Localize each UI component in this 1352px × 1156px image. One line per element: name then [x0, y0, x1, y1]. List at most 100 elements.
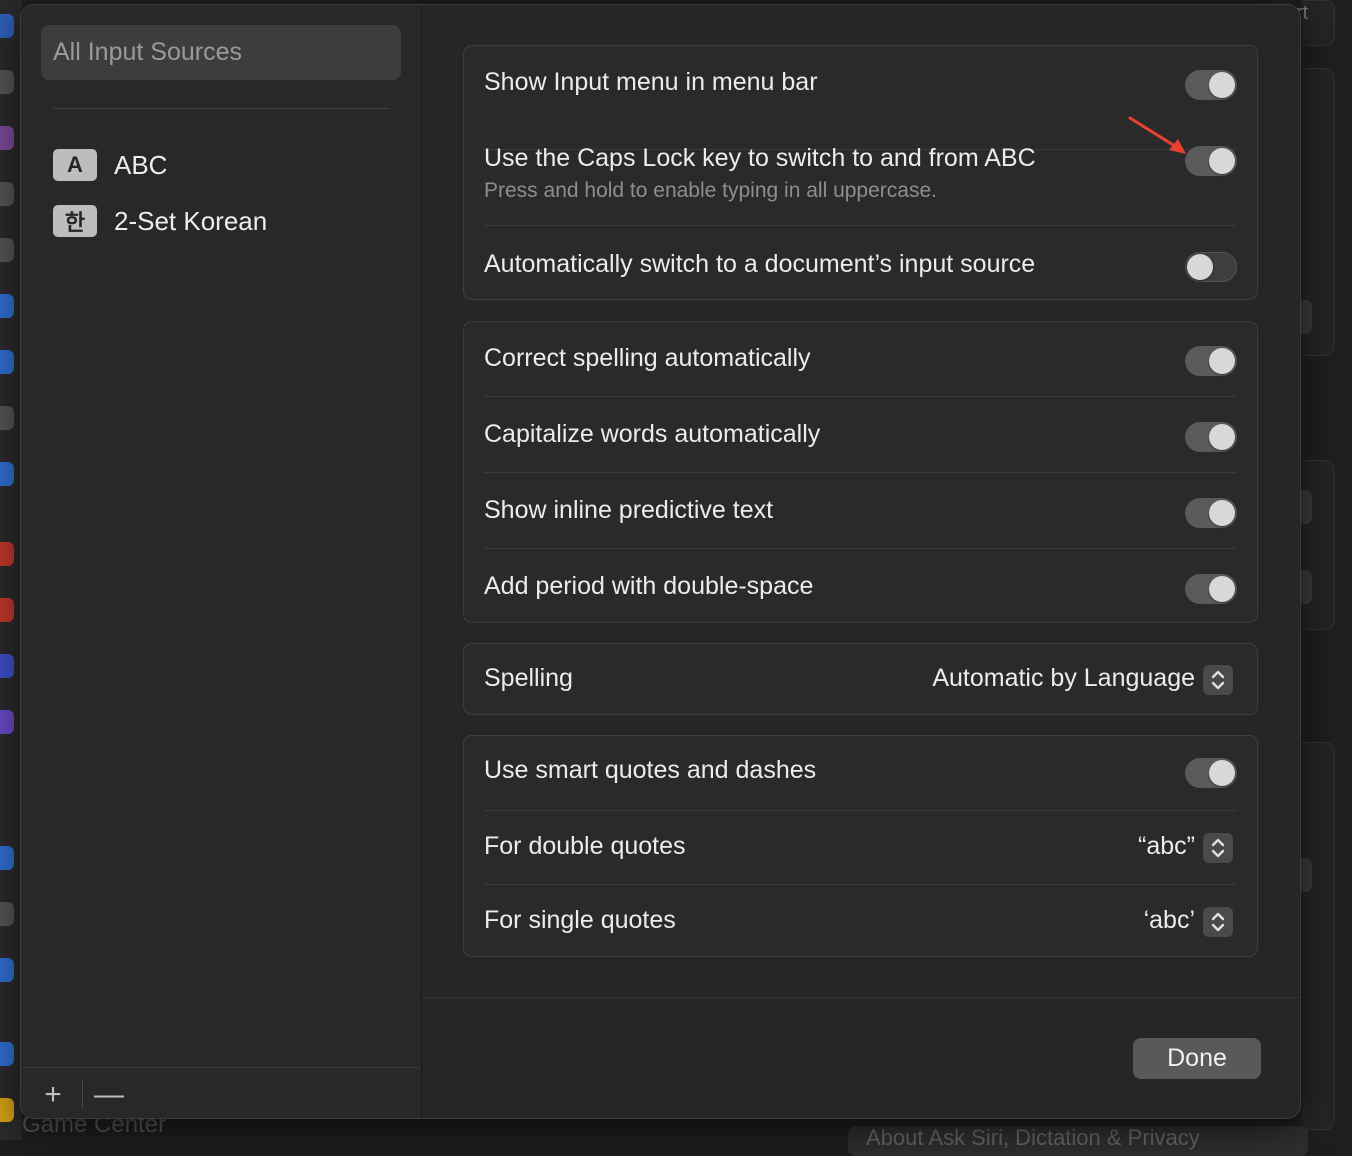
- app-icon: [0, 542, 14, 566]
- spelling-group: Spelling Automatic by Language: [463, 643, 1258, 715]
- app-icon: [0, 294, 14, 318]
- background-link: About Ask Siri, Dictation & Privacy: [848, 1126, 1308, 1156]
- app-icon: [0, 126, 14, 150]
- row-divider: [484, 225, 1237, 226]
- row-divider: [484, 810, 1237, 811]
- input-sources-sidebar: All Input Sources A ABC 한 2-Set Korean +…: [21, 5, 422, 1118]
- app-icon: [0, 846, 14, 870]
- capitalize-words-row: Capitalize words automatically: [484, 420, 1237, 456]
- show-input-menu-row: Show Input menu in menu bar: [484, 68, 1237, 104]
- auto-switch-row: Automatically switch to a document’s inp…: [484, 250, 1237, 286]
- caps-lock-row: Use the Caps Lock key to switch to and f…: [484, 144, 1237, 214]
- caps-lock-toggle[interactable]: [1185, 146, 1237, 176]
- row-divider: [484, 396, 1237, 397]
- period-double-space-row: Add period with double-space: [484, 572, 1237, 608]
- spelling-row: Spelling Automatic by Language: [484, 664, 1237, 700]
- row-divider: [484, 548, 1237, 549]
- app-icon: [0, 406, 14, 430]
- input-source-label: ABC: [114, 149, 168, 180]
- row-divider: [484, 884, 1237, 885]
- input-source-label: 2-Set Korean: [114, 205, 268, 236]
- app-icon: [0, 710, 14, 734]
- double-quotes-label: For double quotes: [484, 832, 686, 860]
- korean-badge-icon: 한: [53, 205, 97, 237]
- typing-options-group: Correct spelling automatically Capitaliz…: [463, 321, 1258, 623]
- single-quotes-row: For single quotes ‘abc’: [484, 906, 1237, 942]
- double-quotes-chevron-icon[interactable]: [1203, 833, 1233, 863]
- done-button[interactable]: Done: [1133, 1038, 1261, 1079]
- toggle-knob: [1209, 348, 1235, 374]
- app-icon: [0, 598, 14, 622]
- input-sources-settings: Show Input menu in menu bar Use the Caps…: [422, 5, 1300, 1118]
- toggle-knob: [1187, 254, 1213, 280]
- show-input-menu-label: Show Input menu in menu bar: [484, 68, 818, 96]
- sidebar-divider: [53, 108, 389, 109]
- footer-divider: [422, 997, 1300, 998]
- single-quotes-chevron-icon[interactable]: [1203, 907, 1233, 937]
- app-icon: [0, 350, 14, 374]
- double-quotes-row: For double quotes “abc”: [484, 832, 1237, 868]
- single-quotes-popup-value[interactable]: ‘abc’: [1144, 906, 1195, 935]
- background-control: [1300, 300, 1312, 334]
- smart-quotes-row: Use smart quotes and dashes: [484, 756, 1237, 792]
- input-source-abc[interactable]: A ABC: [53, 145, 167, 185]
- capitalize-words-toggle[interactable]: [1185, 422, 1237, 452]
- correct-spelling-row: Correct spelling automatically: [484, 344, 1237, 380]
- app-icon: [0, 1042, 14, 1066]
- input-menu-group: Show Input menu in menu bar Use the Caps…: [463, 45, 1258, 300]
- toggle-knob: [1209, 72, 1235, 98]
- spelling-popup-chevron-icon[interactable]: [1203, 665, 1233, 695]
- spelling-popup-value[interactable]: Automatic by Language: [932, 664, 1195, 693]
- capitalize-words-label: Capitalize words automatically: [484, 420, 821, 448]
- row-divider: [484, 472, 1237, 473]
- remove-input-source-button[interactable]: —: [89, 1077, 129, 1113]
- background-control: [1300, 570, 1312, 604]
- app-icon: [0, 70, 14, 94]
- background-control: [1300, 490, 1312, 524]
- correct-spelling-toggle[interactable]: [1185, 346, 1237, 376]
- auto-switch-toggle[interactable]: [1185, 252, 1237, 282]
- toggle-knob: [1209, 576, 1235, 602]
- background-panel: [1302, 460, 1335, 630]
- app-icon: [0, 902, 14, 926]
- annotation-arrow-icon: [1128, 116, 1186, 154]
- app-icon: [0, 958, 14, 982]
- all-input-sources-search[interactable]: All Input Sources: [41, 25, 401, 80]
- correct-spelling-label: Correct spelling automatically: [484, 344, 811, 372]
- input-source-korean[interactable]: 한 2-Set Korean: [53, 201, 267, 241]
- predictive-text-label: Show inline predictive text: [484, 496, 774, 524]
- predictive-text-row: Show inline predictive text: [484, 496, 1237, 532]
- background-sidebar-item: Game Center: [22, 1117, 167, 1138]
- period-double-space-label: Add period with double-space: [484, 572, 814, 600]
- background-control: [1300, 858, 1312, 892]
- app-icon: [0, 654, 14, 678]
- auto-switch-label: Automatically switch to a document’s inp…: [484, 250, 1036, 278]
- add-input-source-button[interactable]: +: [33, 1077, 73, 1113]
- background-panel: [1302, 742, 1335, 1130]
- show-input-menu-toggle[interactable]: [1185, 70, 1237, 100]
- app-icon: [0, 238, 14, 262]
- toggle-knob: [1209, 148, 1235, 174]
- spelling-label: Spelling: [484, 664, 573, 692]
- app-icon: [0, 462, 14, 486]
- input-sources-sheet: All Input Sources A ABC 한 2-Set Korean +…: [20, 4, 1301, 1119]
- background-sidebar: [0, 0, 22, 1140]
- smart-quotes-toggle[interactable]: [1185, 758, 1237, 788]
- toggle-knob: [1209, 424, 1235, 450]
- button-separator: [82, 1079, 83, 1109]
- double-quotes-popup-value[interactable]: “abc”: [1138, 832, 1195, 861]
- quotes-group: Use smart quotes and dashes For double q…: [463, 735, 1258, 957]
- smart-quotes-label: Use smart quotes and dashes: [484, 756, 817, 784]
- toggle-knob: [1209, 500, 1235, 526]
- app-icon: [0, 1098, 14, 1122]
- single-quotes-label: For single quotes: [484, 906, 676, 934]
- period-double-space-toggle[interactable]: [1185, 574, 1237, 604]
- app-icon: [0, 14, 14, 38]
- caps-lock-label: Use the Caps Lock key to switch to and f…: [484, 144, 1036, 172]
- toggle-knob: [1209, 760, 1235, 786]
- predictive-text-toggle[interactable]: [1185, 498, 1237, 528]
- abc-badge-icon: A: [53, 149, 97, 181]
- sidebar-bottom-divider: [21, 1067, 421, 1068]
- caps-lock-subtitle: Press and hold to enable typing in all u…: [484, 179, 937, 202]
- app-icon: [0, 182, 14, 206]
